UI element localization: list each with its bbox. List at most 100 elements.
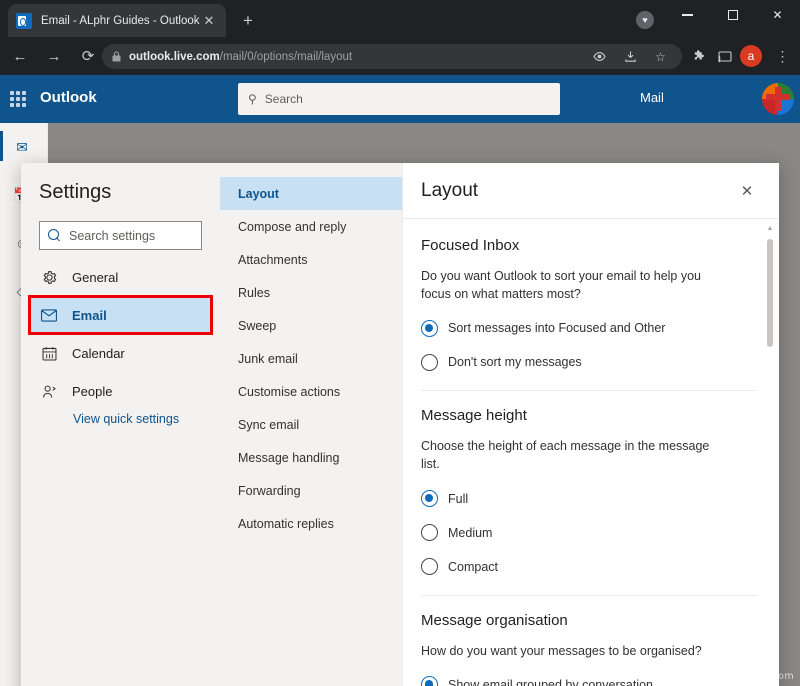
category-item-compose-and-reply[interactable]: Compose and reply — [220, 210, 402, 243]
heart-icon: ♥ — [642, 16, 647, 25]
sidebar-item-calendar[interactable]: Calendar — [30, 335, 211, 371]
bookmark-star-icon[interactable]: ☆ — [650, 46, 671, 67]
category-item-message-handling[interactable]: Message handling — [220, 441, 402, 474]
browser-profile-avatar[interactable]: a — [740, 45, 762, 67]
category-item-layout[interactable]: Layout — [220, 177, 402, 210]
envelope-icon — [39, 309, 59, 322]
sidebar-item-people[interactable]: People — [30, 373, 211, 409]
forward-icon[interactable]: → — [40, 42, 68, 70]
section-description: Choose the height of each message in the… — [421, 437, 723, 473]
web-page-content: Outlook ⚲ Search Mail ✉ 📅 ☺ ◇ www.deuaq.… — [0, 75, 800, 686]
section-title: Message organisation — [421, 612, 757, 629]
category-item-sync-email[interactable]: Sync email — [220, 408, 402, 441]
download-icon[interactable] — [620, 46, 641, 67]
outlook-brand-label: Outlook — [40, 89, 97, 106]
outlook-user-avatar[interactable] — [762, 83, 794, 115]
url-path: /mail/0/options/mail/layout — [220, 51, 352, 63]
sidebar-item-general[interactable]: General — [30, 259, 211, 295]
outlook-search-input[interactable]: ⚲ Search — [238, 83, 560, 115]
browser-menu-icon[interactable]: ⋮ — [772, 46, 793, 67]
radio-icon[interactable] — [421, 676, 438, 686]
back-icon[interactable]: ← — [6, 42, 34, 70]
section-divider — [421, 595, 757, 596]
radio-icon[interactable] — [421, 558, 438, 575]
radio-label: Compact — [448, 560, 498, 574]
section-title: Focused Inbox — [421, 237, 757, 254]
radio-icon[interactable] — [421, 524, 438, 541]
radio-grouped-by-conversation[interactable]: Show email grouped by conversation — [421, 671, 757, 686]
radio-icon[interactable] — [421, 490, 438, 507]
section-title: Message height — [421, 407, 757, 424]
detail-scroll-area: Focused Inbox Do you want Outlook to sor… — [403, 219, 779, 686]
radio-label: Full — [448, 492, 468, 506]
scroll-up-arrow-icon[interactable]: ▲ — [763, 221, 777, 235]
category-item-junk-email[interactable]: Junk email — [220, 342, 402, 375]
radio-height-full[interactable]: Full — [421, 485, 757, 513]
settings-nav-column: Settings Search settings General Email — [21, 163, 220, 686]
category-item-forwarding[interactable]: Forwarding — [220, 474, 402, 507]
tab-title: Email - ALphr Guides - Outlook — [41, 15, 200, 27]
radio-label: Don't sort my messages — [448, 355, 582, 369]
window-close-button[interactable]: ✕ — [755, 0, 800, 30]
settings-title: Settings — [39, 181, 111, 204]
privacy-eye-icon[interactable] — [589, 46, 610, 67]
search-icon: ⚲ — [248, 92, 257, 106]
tab-close-icon[interactable]: ✕ — [200, 12, 218, 30]
category-item-attachments[interactable]: Attachments — [220, 243, 402, 276]
category-item-automatic-replies[interactable]: Automatic replies — [220, 507, 402, 540]
extensions-puzzle-icon[interactable] — [688, 46, 709, 67]
view-quick-settings-link[interactable]: View quick settings — [73, 412, 179, 426]
lock-icon — [112, 51, 121, 62]
calendar-icon — [39, 346, 59, 361]
sidebar-item-label: People — [72, 384, 112, 399]
radio-height-compact[interactable]: Compact — [421, 553, 757, 581]
radio-label: Medium — [448, 526, 492, 540]
new-tab-button[interactable]: + — [236, 9, 260, 33]
url-domain: outlook.live.com — [129, 51, 220, 63]
radio-dont-sort[interactable]: Don't sort my messages — [421, 348, 757, 376]
reload-icon[interactable]: ⟳ — [74, 42, 102, 70]
settings-category-list: Layout Compose and reply Attachments Rul… — [220, 163, 403, 686]
outlook-favicon-icon — [16, 13, 32, 29]
outlook-mail-label: Mail — [640, 90, 664, 105]
detail-scrollbar[interactable]: ▲ ▼ — [763, 221, 777, 686]
category-item-rules[interactable]: Rules — [220, 276, 402, 309]
profile-pill-badge[interactable]: ♥ — [636, 11, 654, 29]
settings-dialog: Settings Search settings General Email — [21, 163, 779, 686]
scrollbar-thumb[interactable] — [767, 239, 773, 347]
browser-window: Email - ALphr Guides - Outlook ✕ + ♥ ✕ ←… — [0, 0, 800, 686]
radio-icon[interactable] — [421, 320, 438, 337]
rail-selection-indicator — [0, 131, 3, 161]
app-launcher-icon[interactable] — [10, 91, 26, 107]
sidebar-item-label: Email — [72, 308, 107, 323]
category-item-sweep[interactable]: Sweep — [220, 309, 402, 342]
sidebar-item-label: Calendar — [72, 346, 125, 361]
sidebar-item-email[interactable]: Email — [30, 297, 211, 333]
window-minimize-button[interactable] — [665, 0, 710, 30]
browser-titlebar: Email - ALphr Guides - Outlook ✕ + ♥ ✕ — [0, 0, 800, 37]
browser-tab[interactable]: Email - ALphr Guides - Outlook ✕ — [8, 4, 226, 37]
settings-search-placeholder: Search settings — [69, 229, 155, 243]
settings-detail-pane: Layout ✕ Focused Inbox Do you want Outlo… — [403, 163, 779, 686]
search-icon — [48, 229, 62, 243]
window-maximize-button[interactable] — [710, 0, 755, 30]
person-icon — [39, 384, 59, 399]
gear-icon — [39, 270, 59, 285]
settings-search-input[interactable]: Search settings — [39, 221, 202, 250]
radio-label: Sort messages into Focused and Other — [448, 321, 665, 335]
section-message-height: Message height Choose the height of each… — [421, 407, 757, 580]
section-divider — [421, 390, 757, 391]
browser-toolbar: ← → ⟳ outlook.live.com/mail/0/options/ma… — [0, 37, 800, 75]
section-description: Do you want Outlook to sort your email t… — [421, 267, 723, 303]
radio-icon[interactable] — [421, 354, 438, 371]
category-item-customise-actions[interactable]: Customise actions — [220, 375, 402, 408]
detail-header: Layout ✕ — [403, 163, 779, 219]
sidebar-item-label: General — [72, 270, 118, 285]
rail-mail-icon[interactable]: ✉ — [12, 137, 32, 157]
detail-title: Layout — [421, 180, 733, 202]
cast-icon[interactable] — [714, 46, 735, 67]
radio-height-medium[interactable]: Medium — [421, 519, 757, 547]
close-icon[interactable]: ✕ — [733, 177, 761, 205]
outlook-search-placeholder: Search — [265, 92, 303, 106]
radio-sort-focused-and-other[interactable]: Sort messages into Focused and Other — [421, 314, 757, 342]
